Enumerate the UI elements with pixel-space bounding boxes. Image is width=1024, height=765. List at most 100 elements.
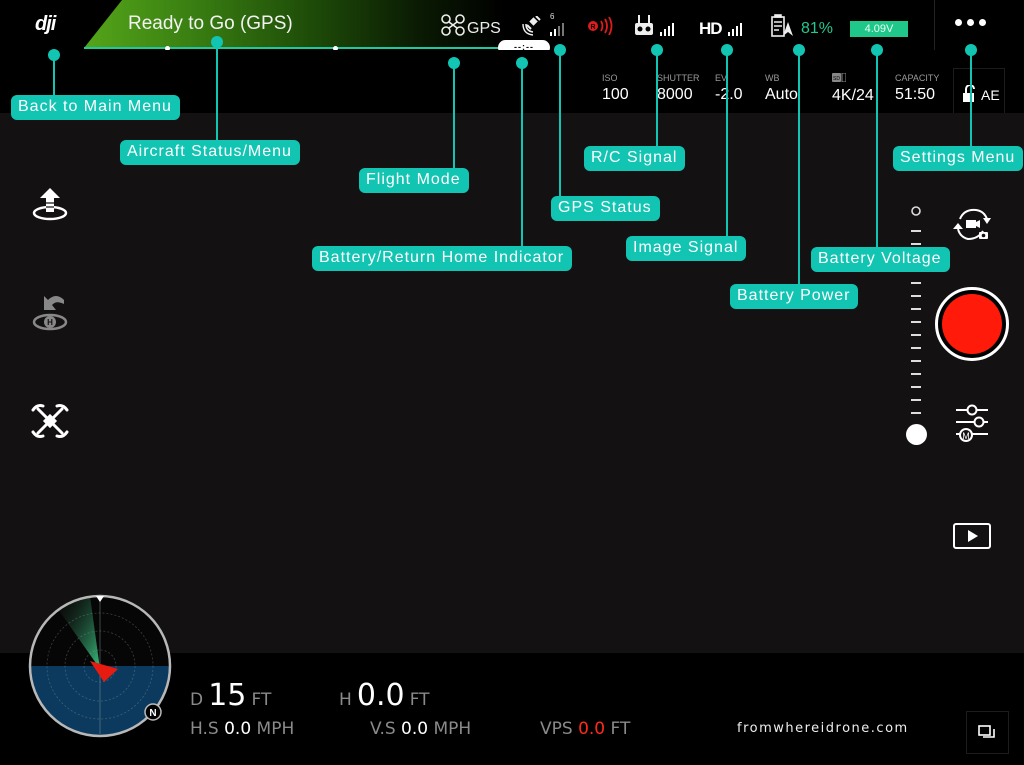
picture-in-picture-icon: [978, 725, 995, 738]
distance-value: 15: [208, 678, 247, 713]
camera-param-ev[interactable]: EV -2.0: [715, 73, 743, 104]
playback-icon[interactable]: [952, 522, 992, 550]
watermark-text: fromwhereidrone.com: [737, 721, 909, 736]
zoom-tick: [911, 308, 921, 310]
callout-line: [216, 42, 218, 142]
more-dot: [979, 19, 986, 26]
hs-unit: MPH: [256, 719, 295, 739]
hs-label: H.S: [190, 719, 219, 739]
image-link-label[interactable]: HD: [699, 19, 723, 39]
vs-unit: MPH: [433, 719, 472, 739]
zoom-tick: [911, 373, 921, 375]
intelligent-flight-icon[interactable]: [29, 400, 71, 442]
camera-param-capacity[interactable]: CAPACITY 51:50: [895, 73, 939, 104]
camera-param-iso[interactable]: ISO 100: [602, 73, 629, 104]
callout-dot: [651, 44, 663, 56]
height-label: H: [339, 690, 352, 710]
zoom-tick: [911, 386, 921, 388]
top-divider: [934, 0, 935, 50]
zoom-tick: [911, 282, 921, 284]
unlock-icon: [963, 85, 975, 102]
callout-dot: [448, 57, 460, 69]
callout-settings-menu: Settings Menu: [893, 146, 1024, 171]
obstacle-sensing-icon[interactable]: R: [586, 17, 616, 35]
remote-controller-icon[interactable]: [634, 15, 656, 37]
more-dot: [955, 19, 962, 26]
settings-menu-button[interactable]: [955, 19, 986, 26]
zoom-tick: [911, 230, 921, 232]
takeoff-icon[interactable]: [30, 186, 72, 222]
more-dot: [967, 19, 974, 26]
vps-readout: VPS 0.0 FT: [540, 719, 630, 739]
battery-percentage: 81%: [801, 20, 834, 37]
zoom-tick: [911, 347, 921, 349]
battery-voltage-badge: 4.09V: [850, 21, 908, 37]
param-label: ISO: [602, 73, 618, 83]
vps-value: 0.0: [578, 719, 606, 739]
flight-mode-text[interactable]: GPS: [467, 20, 501, 38]
callout-line: [726, 50, 728, 238]
gimbal-slider-knob[interactable]: [906, 424, 927, 445]
vps-label: VPS: [540, 719, 573, 739]
battery-icon[interactable]: [770, 14, 794, 38]
callout-rc-signal: R/C Signal: [584, 146, 686, 171]
callout-flight-mode: Flight Mode: [359, 168, 469, 193]
satellite-icon[interactable]: [522, 16, 544, 36]
callout-line: [559, 50, 561, 200]
callout-line: [970, 50, 972, 148]
callout-dot: [554, 44, 566, 56]
drone-icon[interactable]: [440, 13, 466, 37]
height-value: 0.0: [356, 678, 405, 713]
param-value: 4K/24: [832, 87, 874, 104]
camera-switch-icon[interactable]: [950, 205, 994, 245]
param-label: CAPACITY: [895, 73, 940, 83]
camera-param-resolution[interactable]: SD 4K/24: [832, 72, 874, 105]
callout-dot: [48, 49, 60, 61]
callout-line: [453, 63, 455, 171]
svg-text:M: M: [962, 431, 970, 441]
callout-dot: [871, 44, 883, 56]
record-button[interactable]: [935, 287, 1009, 361]
distance-unit: FT: [251, 690, 272, 710]
param-label: EV: [715, 73, 728, 83]
callout-line: [798, 50, 800, 286]
param-value: -2.0: [715, 86, 743, 103]
callout-line: [53, 55, 55, 100]
height-readout: H 0.0 FT: [339, 678, 430, 713]
param-value: 8000: [657, 86, 693, 103]
param-value: Auto: [765, 86, 798, 103]
callout-aircraft-status: Aircraft Status/Menu: [120, 140, 300, 165]
camera-param-shutter[interactable]: SHUTTER 8000: [657, 73, 700, 104]
svg-text:SD: SD: [833, 76, 840, 82]
gps-satellite-count: 6: [550, 12, 555, 21]
callout-dot: [721, 44, 733, 56]
zoom-top-indicator: [911, 206, 921, 216]
callout-battery-voltage: Battery Voltage: [811, 247, 950, 272]
callout-image-signal: Image Signal: [626, 236, 747, 261]
camera-param-wb[interactable]: WB Auto: [765, 73, 798, 104]
callout-line: [876, 50, 878, 250]
rc-signal-bars: [660, 23, 674, 36]
distance-readout: D 15 FT: [190, 678, 271, 713]
callout-dot: [211, 36, 223, 48]
vps-unit: FT: [610, 719, 631, 739]
camera-settings-icon[interactable]: M: [952, 402, 992, 444]
horizontal-speed-readout: H.S 0.0 MPH: [190, 719, 294, 739]
callout-line: [521, 63, 523, 248]
camera-live-view[interactable]: [0, 113, 1024, 653]
ae-lock-label: AE: [981, 87, 1000, 103]
zoom-tick: [911, 243, 921, 245]
zoom-tick: [911, 412, 921, 414]
dji-logo-back-button[interactable]: dji: [35, 13, 56, 36]
zoom-tick: [911, 321, 921, 323]
sd-card-icon: SD: [832, 72, 874, 84]
callout-line: [656, 50, 658, 148]
height-unit: FT: [409, 690, 430, 710]
attitude-radar[interactable]: N: [28, 594, 174, 740]
vertical-speed-readout: V.S 0.0 MPH: [370, 719, 471, 739]
callout-dot: [516, 57, 528, 69]
aircraft-status-text[interactable]: Ready to Go (GPS): [128, 13, 293, 35]
vs-value: 0.0: [401, 719, 429, 739]
return-home-icon[interactable]: H: [30, 292, 72, 332]
image-signal-bars: [728, 23, 742, 36]
